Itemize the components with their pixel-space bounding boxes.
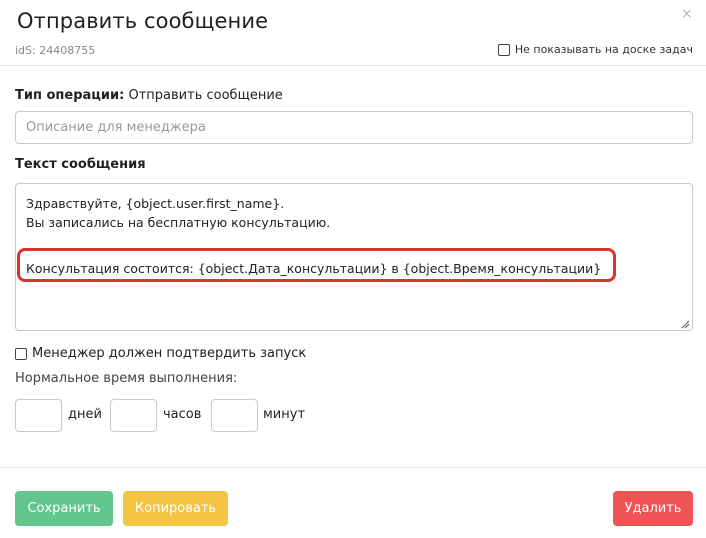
highlight-frame xyxy=(17,248,616,282)
copy-button[interactable]: Копировать xyxy=(123,491,228,526)
dialog-title: Отправить сообщение xyxy=(17,9,269,33)
save-button[interactable]: Сохранить xyxy=(15,491,113,526)
ids-text: idS: 24408755 xyxy=(15,44,96,57)
message-line-1: Здравствуйте, {object.user.first_name}. xyxy=(26,196,285,211)
message-text-label: Текст сообщения xyxy=(15,157,146,172)
hide-on-board-checkbox[interactable] xyxy=(497,43,510,56)
operation-type-label: Тип операции: xyxy=(15,88,125,103)
send-message-dialog: Отправить сообщение × idS: 24408755 Не п… xyxy=(0,0,706,538)
hide-on-board-option[interactable]: Не показывать на доске задач xyxy=(497,43,693,56)
days-input[interactable] xyxy=(15,399,62,432)
manager-description-placeholder: Описание для менеджера xyxy=(26,120,206,135)
execution-time-label: Нормальное время выполнения: xyxy=(15,371,238,386)
operation-type-value: Отправить сообщение xyxy=(128,88,283,103)
operation-type: Тип операции: Отправить сообщение xyxy=(15,88,283,103)
header-divider xyxy=(0,65,706,66)
hide-on-board-label: Не показывать на доске задач xyxy=(514,43,693,56)
days-label: дней xyxy=(68,407,102,422)
minutes-input[interactable] xyxy=(211,399,258,432)
hours-input[interactable] xyxy=(110,399,157,432)
footer-divider xyxy=(0,467,706,468)
manager-description-input[interactable]: Описание для менеджера xyxy=(15,111,693,144)
close-icon[interactable]: × xyxy=(681,6,693,22)
confirm-launch-label: Менеджер должен подтвердить запуск xyxy=(32,346,307,361)
hours-label: часов xyxy=(163,407,202,422)
resize-handle-icon[interactable] xyxy=(681,320,690,329)
message-line-2: Вы записались на бесплатную консультацию… xyxy=(26,215,331,230)
confirm-launch-checkbox[interactable] xyxy=(15,347,27,360)
delete-button[interactable]: Удалить xyxy=(613,491,693,526)
minutes-label: минут xyxy=(263,407,306,422)
confirm-launch-option[interactable]: Менеджер должен подтвердить запуск xyxy=(15,346,306,361)
